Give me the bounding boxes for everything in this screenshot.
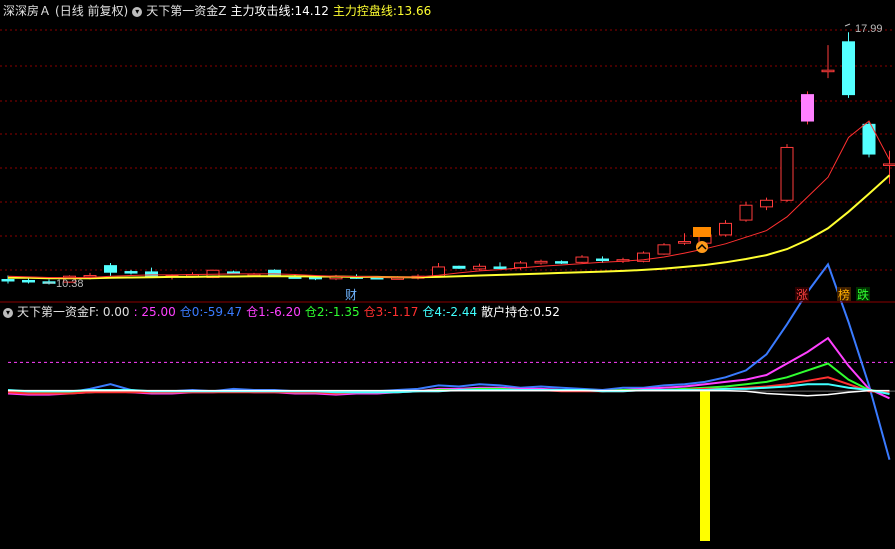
attack-line-value: 14.12	[294, 4, 329, 18]
candle-24	[493, 262, 507, 269]
candle-body	[473, 265, 486, 270]
candle-body	[1, 278, 15, 282]
svg-text:17.99: 17.99	[855, 23, 883, 35]
stock-chart: 17.99 10.38 财 涨 榜 跌	[0, 23, 895, 541]
candle-41	[842, 32, 855, 98]
candle-body	[145, 271, 158, 278]
marker-bang-badge: 榜	[837, 287, 851, 302]
lower-indicator-menu-icon[interactable]: ▾	[3, 307, 13, 318]
candle-body	[739, 204, 753, 221]
lower-indicator-name[interactable]: 天下第一资金F	[17, 305, 95, 319]
candle-32	[657, 243, 671, 255]
candle-body	[493, 266, 507, 269]
attack-line	[7, 120, 890, 279]
candle-body	[821, 69, 835, 73]
c0-value: -59.47	[203, 305, 243, 319]
c2-label: 仓2:	[304, 305, 329, 319]
candle-23	[473, 263, 486, 271]
svg-text:榜: 榜	[838, 287, 850, 302]
control-line-value: 13.66	[396, 4, 432, 18]
candle-body	[657, 244, 671, 255]
svg-text:10.38: 10.38	[56, 278, 84, 290]
stock-name: 深深房Ａ	[3, 4, 52, 18]
candle-11	[227, 270, 240, 274]
candle-body	[22, 279, 35, 283]
candle-28	[575, 255, 589, 263]
marker-die-badge: 跌	[856, 287, 870, 302]
bottom-indicator-header: ▾ 天下第一资金F: 0.00: 25.00 仓0:-59.47 仓1:-6.20 仓2…	[3, 305, 564, 319]
signal-bar	[700, 391, 710, 541]
control-line	[8, 174, 891, 280]
c1-value: -6.20	[269, 305, 301, 319]
candle-body	[842, 41, 855, 96]
candle-body	[514, 262, 527, 269]
top-indicator-header: 深深房Ａ (日线 前复权) ▾ 天下第一资金Z 主力攻击线:14.12 主力控盘线:13.…	[3, 4, 435, 18]
indicator-menu-icon[interactable]: ▾	[132, 6, 143, 17]
candle-body	[104, 265, 117, 273]
candle-body	[719, 222, 732, 236]
retail-value: 0.52	[533, 305, 560, 319]
candle-37	[760, 197, 773, 211]
candle-body	[124, 271, 138, 274]
candle-36	[739, 201, 753, 222]
candle-body	[452, 265, 466, 269]
candle-body	[575, 256, 589, 263]
indicator-name[interactable]: 天下第一资金Z	[146, 4, 226, 18]
c3-label: 仓3:	[363, 305, 388, 319]
marker-zhang-badge: 涨	[795, 287, 809, 302]
candle-body	[555, 261, 568, 264]
c1-label: 仓1:	[246, 305, 270, 319]
c0-label: 仓0:	[179, 305, 204, 319]
c4-value: -2.44	[446, 305, 478, 319]
candle-30	[616, 257, 630, 263]
period-label: (日线 前复权)	[55, 4, 129, 18]
candle-26	[534, 259, 548, 265]
c3-value: -1.17	[387, 305, 419, 319]
candle-27	[555, 260, 568, 264]
candle-31	[637, 251, 650, 263]
candle-body	[227, 271, 240, 274]
candle-2	[42, 279, 56, 285]
high-price-label: 17.99	[844, 23, 883, 35]
candle-body	[678, 241, 691, 244]
candle-35	[719, 220, 732, 237]
candle-body	[534, 260, 548, 264]
low-price-label: 10.38	[44, 278, 84, 290]
candle-5	[104, 262, 117, 277]
marker-cai: 财	[345, 288, 357, 302]
candle-39	[801, 91, 814, 125]
c2-value: -1.35	[328, 305, 360, 319]
attack-line-label: 主力攻击线:	[230, 4, 295, 18]
candle-6	[124, 269, 138, 275]
candle-body	[780, 146, 794, 201]
candle-42	[862, 121, 876, 158]
value-25: : 25.00	[133, 305, 176, 319]
candle-body	[760, 199, 773, 208]
retail-label: 散户持仓:	[481, 305, 534, 319]
svg-text:涨: 涨	[796, 287, 808, 302]
candle-body	[801, 94, 814, 122]
value-zero: : 0.00	[94, 305, 130, 319]
candle-38	[780, 144, 794, 202]
control-line-label: 主力控盘线:	[332, 4, 397, 18]
c4-label: 仓4:	[422, 305, 447, 319]
candle-40	[821, 45, 835, 79]
candle-22	[452, 265, 466, 269]
candle-33	[678, 233, 691, 245]
svg-text:跌: 跌	[857, 287, 869, 302]
candle-body	[596, 258, 609, 262]
candle-body	[883, 163, 895, 166]
